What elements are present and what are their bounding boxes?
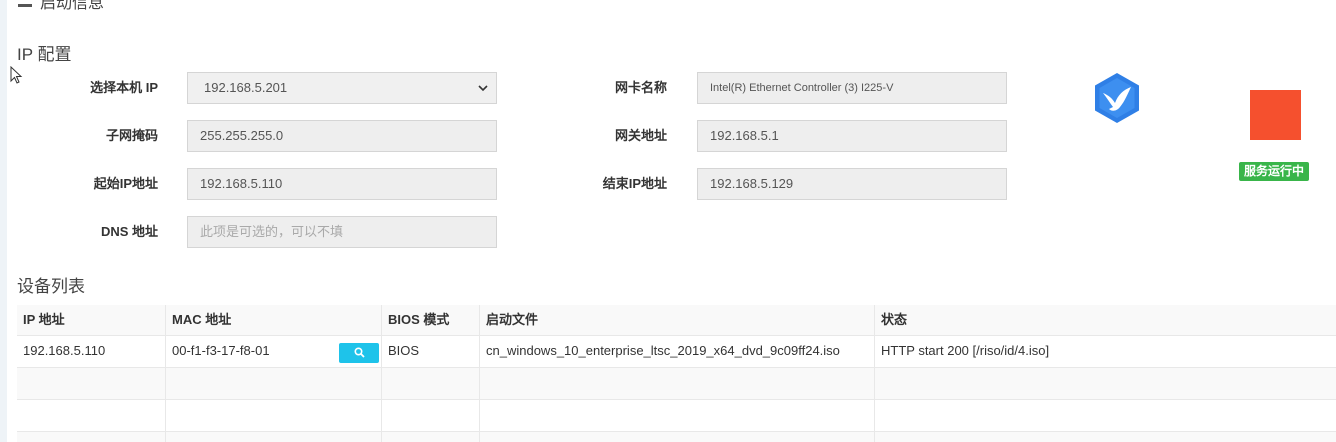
col-bios-header: BIOS 模式 [381,305,479,335]
gateway-label: 网关地址 [614,128,667,143]
col-mac-header: MAC 地址 [165,305,381,335]
col-ip-header: IP 地址 [23,312,65,327]
start-ip-field[interactable]: 192.168.5.110 [187,168,497,200]
row-bios: BIOS [381,336,479,367]
local-ip-label: 选择本机 IP [90,80,158,95]
device-table: IP 地址 MAC 地址 BIOS 模式 启动文件 状态 192.168.5.1… [17,305,1336,442]
panel-header: 启动信息 [18,0,105,12]
end-ip-value: 192.168.5.129 [710,176,794,191]
server-icon [18,0,32,7]
mouse-cursor-icon [10,66,23,84]
dns-label: DNS 地址 [100,224,158,239]
device-list-title: 设备列表 [17,277,85,296]
start-ip-label: 起始IP地址 [93,176,158,191]
dns-field[interactable]: 此项是可选的，可以不填 [187,216,497,248]
col-bootfile-header: 启动文件 [479,305,874,335]
gateway-value: 192.168.5.1 [710,128,779,143]
subnet-mask-field[interactable]: 255.255.255.0 [187,120,497,152]
ip-config-title: IP 配置 [17,45,72,64]
subnet-mask-label: 子网掩码 [105,128,158,143]
row-bootfile: cn_windows_10_enterprise_ltsc_2019_x64_d… [479,336,874,367]
nic-name-label: 网卡名称 [614,80,667,95]
col-status-header: 状态 [874,305,1336,335]
empty-table-row [17,367,1336,399]
end-ip-field[interactable]: 192.168.5.129 [697,168,1007,200]
chevron-down-icon [478,85,488,92]
mac-search-button[interactable] [339,343,379,363]
panel-title: 启动信息 [40,0,105,12]
nic-name-field[interactable]: Intel(R) Ethernet Controller (3) I225-V [697,72,1007,104]
local-ip-select[interactable]: 192.168.5.201 [187,72,497,104]
table-header-row: IP 地址 MAC 地址 BIOS 模式 启动文件 状态 [17,305,1336,335]
local-ip-value: 192.168.5.201 [204,80,288,95]
service-status-badge: 服务运行中 [1239,162,1310,181]
bird-hexagon-logo [1095,73,1139,123]
table-row[interactable]: 192.168.5.110 00-f1-f3-17-f8-01 BIOS cn_… [17,335,1336,367]
boot-info-page: 启动信息 IP 配置 选择本机 IP 192.168.5.201 子网掩码 25… [0,0,1336,442]
row-status: HTTP start 200 [/riso/id/4.iso] [874,336,1336,367]
empty-table-row [17,431,1336,442]
stop-service-button[interactable] [1250,90,1301,140]
subnet-mask-value: 255.255.255.0 [200,128,284,143]
empty-table-row [17,399,1336,431]
dns-placeholder: 此项是可选的，可以不填 [200,224,344,239]
search-icon [354,347,365,358]
row-ip: 192.168.5.110 [23,343,106,358]
start-ip-value: 192.168.5.110 [200,176,283,191]
gateway-field[interactable]: 192.168.5.1 [697,120,1007,152]
end-ip-label: 结束IP地址 [602,176,667,191]
nic-name-value: Intel(R) Ethernet Controller (3) I225-V [710,82,894,94]
row-mac: 00-f1-f3-17-f8-01 [172,343,270,358]
left-sidebar-edge [0,0,7,442]
